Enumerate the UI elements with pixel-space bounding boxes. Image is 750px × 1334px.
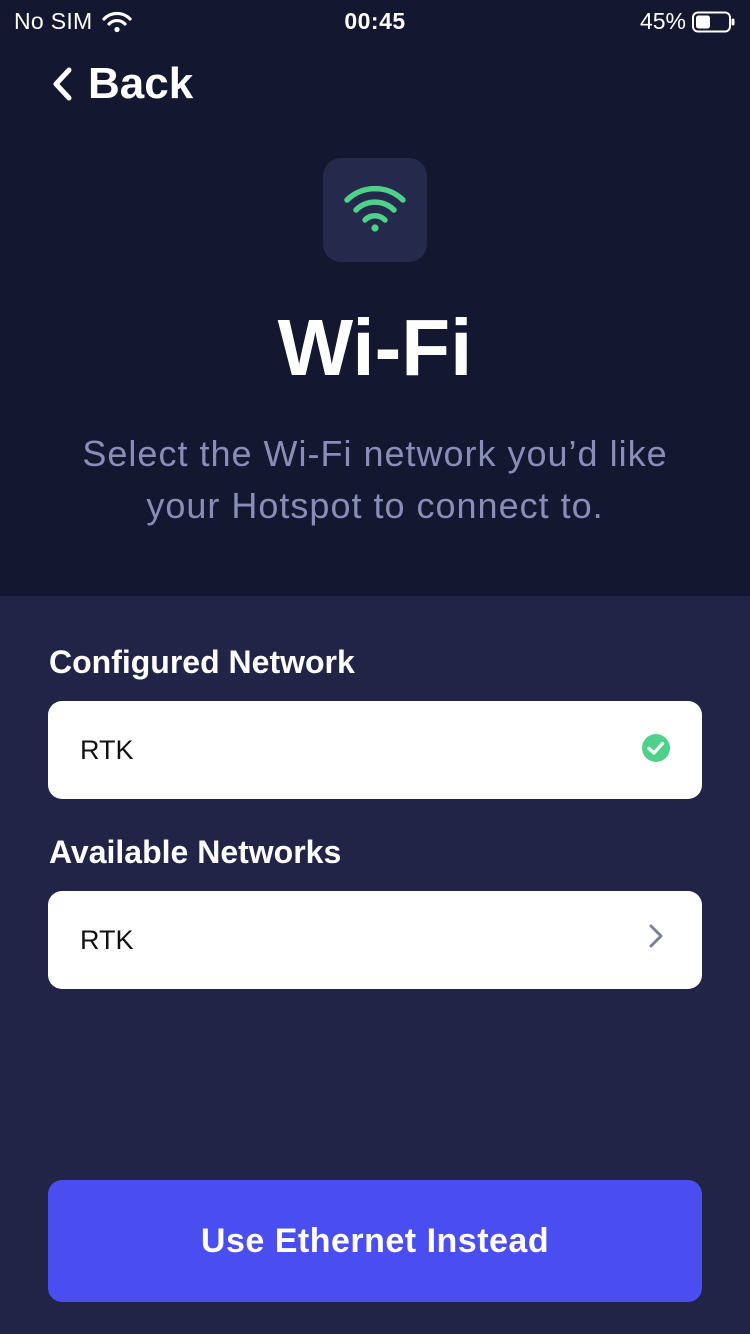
available-network-name: RTK (80, 925, 134, 955)
status-right: 45% (640, 8, 736, 35)
use-ethernet-button[interactable]: Use Ethernet Instead (48, 1180, 702, 1302)
chevron-left-icon (50, 66, 74, 102)
status-bar: No SIM 00:45 45% (0, 0, 750, 40)
configured-network-row[interactable]: RTK (48, 701, 702, 799)
status-time: 00:45 (344, 8, 406, 34)
battery-fill (696, 15, 710, 28)
page-subtitle: Select the Wi-Fi network you’d like your… (82, 433, 668, 526)
header-section: No SIM 00:45 45% Back Wi-Fi Select the W… (0, 0, 750, 596)
check-circle-icon (640, 734, 672, 766)
configured-network-heading: Configured Network (49, 644, 355, 680)
wifi-icon (342, 183, 408, 238)
battery-icon (692, 11, 736, 33)
wifi-badge (323, 158, 427, 262)
available-networks-heading: Available Networks (49, 834, 342, 870)
back-label: Back (88, 59, 194, 108)
chevron-right-icon (640, 924, 672, 956)
available-network-row[interactable]: RTK (48, 891, 702, 989)
page-title: Wi-Fi (277, 303, 473, 392)
configured-network-name: RTK (80, 735, 134, 765)
battery-percent: 45% (639, 8, 686, 34)
back-button[interactable]: Back (50, 58, 193, 110)
